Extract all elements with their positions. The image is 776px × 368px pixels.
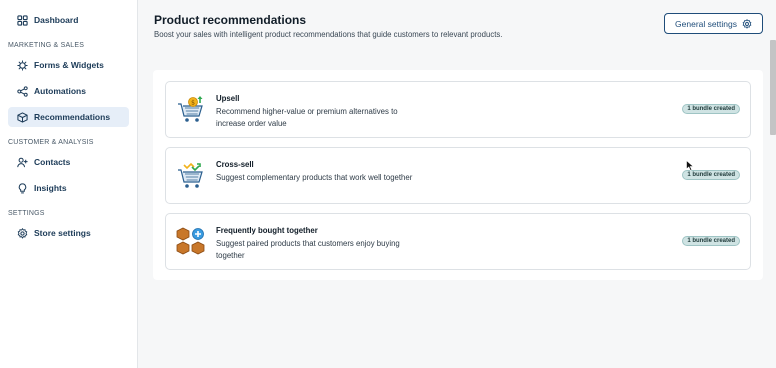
card-description: Suggest paired products that customers e… [216,239,400,260]
card-description: Recommend higher-value or premium altern… [216,107,398,128]
sidebar-item-dashboard[interactable]: Dashboard [8,10,129,30]
mouse-cursor-icon [686,160,694,171]
gear-icon [16,227,28,239]
sidebar-item-label: Forms & Widgets [34,60,104,70]
sidebar-item-automations[interactable]: Automations [8,81,129,101]
sidebar-item-store-settings[interactable]: Store settings [8,223,129,243]
lightbulb-icon [16,182,28,194]
dashboard-icon [16,14,28,26]
status-badge: 1 bundle created [682,236,740,246]
card-title: Upsell [216,94,240,103]
sidebar-item-label: Store settings [34,228,91,238]
sidebar-item-label: Contacts [34,157,71,167]
sidebar-item-label: Insights [34,183,67,193]
card-frequently-bought[interactable]: Frequently bought together Suggest paire… [165,213,751,270]
general-settings-button[interactable]: General settings [664,13,763,34]
status-badge: 1 bundle created [682,170,740,180]
page-subtitle: Boost your sales with intelligent produc… [154,30,503,39]
section-label-settings: SETTINGS [8,210,45,217]
status-badge: 1 bundle created [682,104,740,114]
sidebar: Dashboard MARKETING & SALES Forms & Widg… [0,0,138,368]
card-description: Suggest complementary products that work… [216,173,413,182]
page-title: Product recommendations [154,13,307,27]
card-title: Frequently bought together [216,226,318,235]
sidebar-item-label: Dashboard [34,15,79,25]
share-nodes-icon [16,85,28,97]
card-title: Cross-sell [216,160,254,169]
sidebar-item-insights[interactable]: Insights [8,178,129,198]
cart-upsell-icon: $ [178,96,203,122]
card-upsell[interactable]: $ Upsell Recommend higher-value or premi… [165,81,751,138]
general-settings-label: General settings [675,18,737,29]
user-plus-icon [16,156,28,168]
gear-icon [742,18,752,29]
card-cross-sell[interactable]: Cross-sell Suggest complementary product… [165,147,751,204]
svg-text:$: $ [191,99,195,106]
cart-cross-sell-icon [178,162,203,188]
forms-widgets-icon [16,59,28,71]
sidebar-item-forms[interactable]: Forms & Widgets [8,55,129,75]
section-label-customer: CUSTOMER & ANALYSIS [8,139,94,146]
sidebar-item-recommendations[interactable]: Recommendations [8,107,129,127]
sidebar-item-label: Recommendations [34,112,111,122]
cube-icon [16,111,28,123]
sidebar-item-contacts[interactable]: Contacts [8,152,129,172]
sidebar-item-label: Automations [34,86,86,96]
recommendations-panel: $ Upsell Recommend higher-value or premi… [153,70,763,280]
boxes-bundle-icon [176,227,205,255]
window-edge [770,40,776,135]
section-label-marketing: MARKETING & SALES [8,42,85,49]
